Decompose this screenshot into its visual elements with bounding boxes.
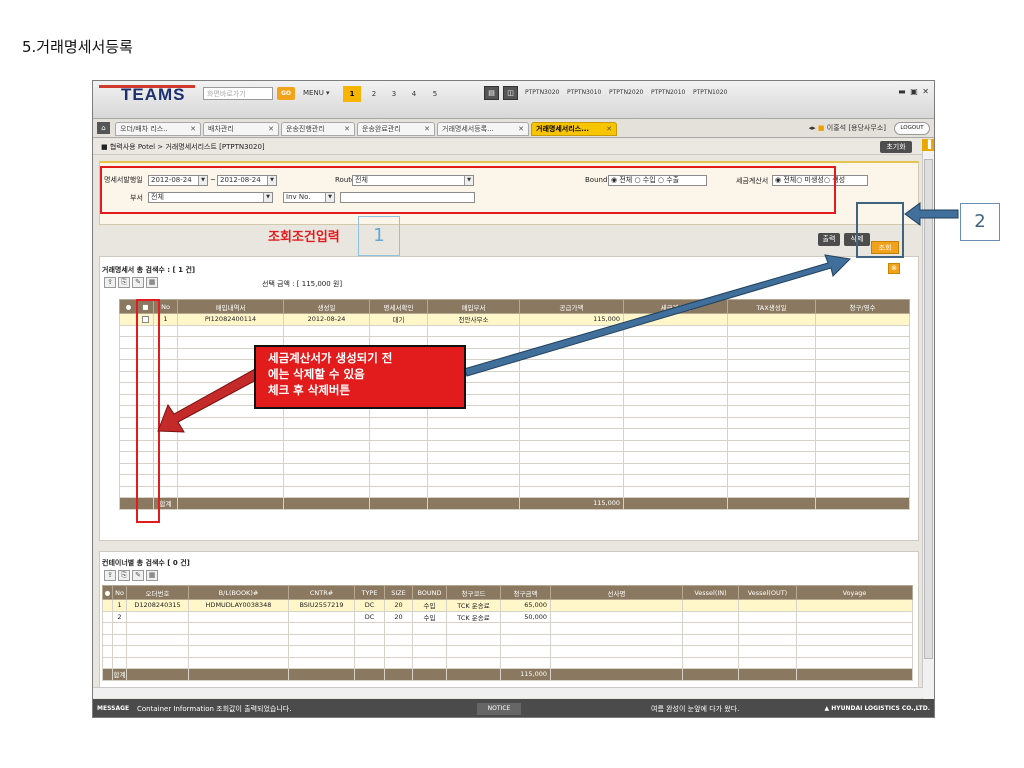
note-line-3: 체크 후 삭제버튼: [268, 383, 351, 397]
note-line-2: 에는 삭제할 수 있음: [268, 367, 365, 381]
blue-arrow-to-delete: [463, 254, 852, 377]
blue-arrow-to-search: [904, 202, 959, 226]
note-line-1: 세금계산서가 생성되기 전: [268, 351, 393, 365]
annotation-arrows: [157, 202, 959, 433]
delete-instruction-note: 세금계산서가 생성되기 전 에는 삭제할 수 있음 체크 후 삭제버튼: [254, 345, 466, 409]
red-arrow: [157, 368, 261, 433]
